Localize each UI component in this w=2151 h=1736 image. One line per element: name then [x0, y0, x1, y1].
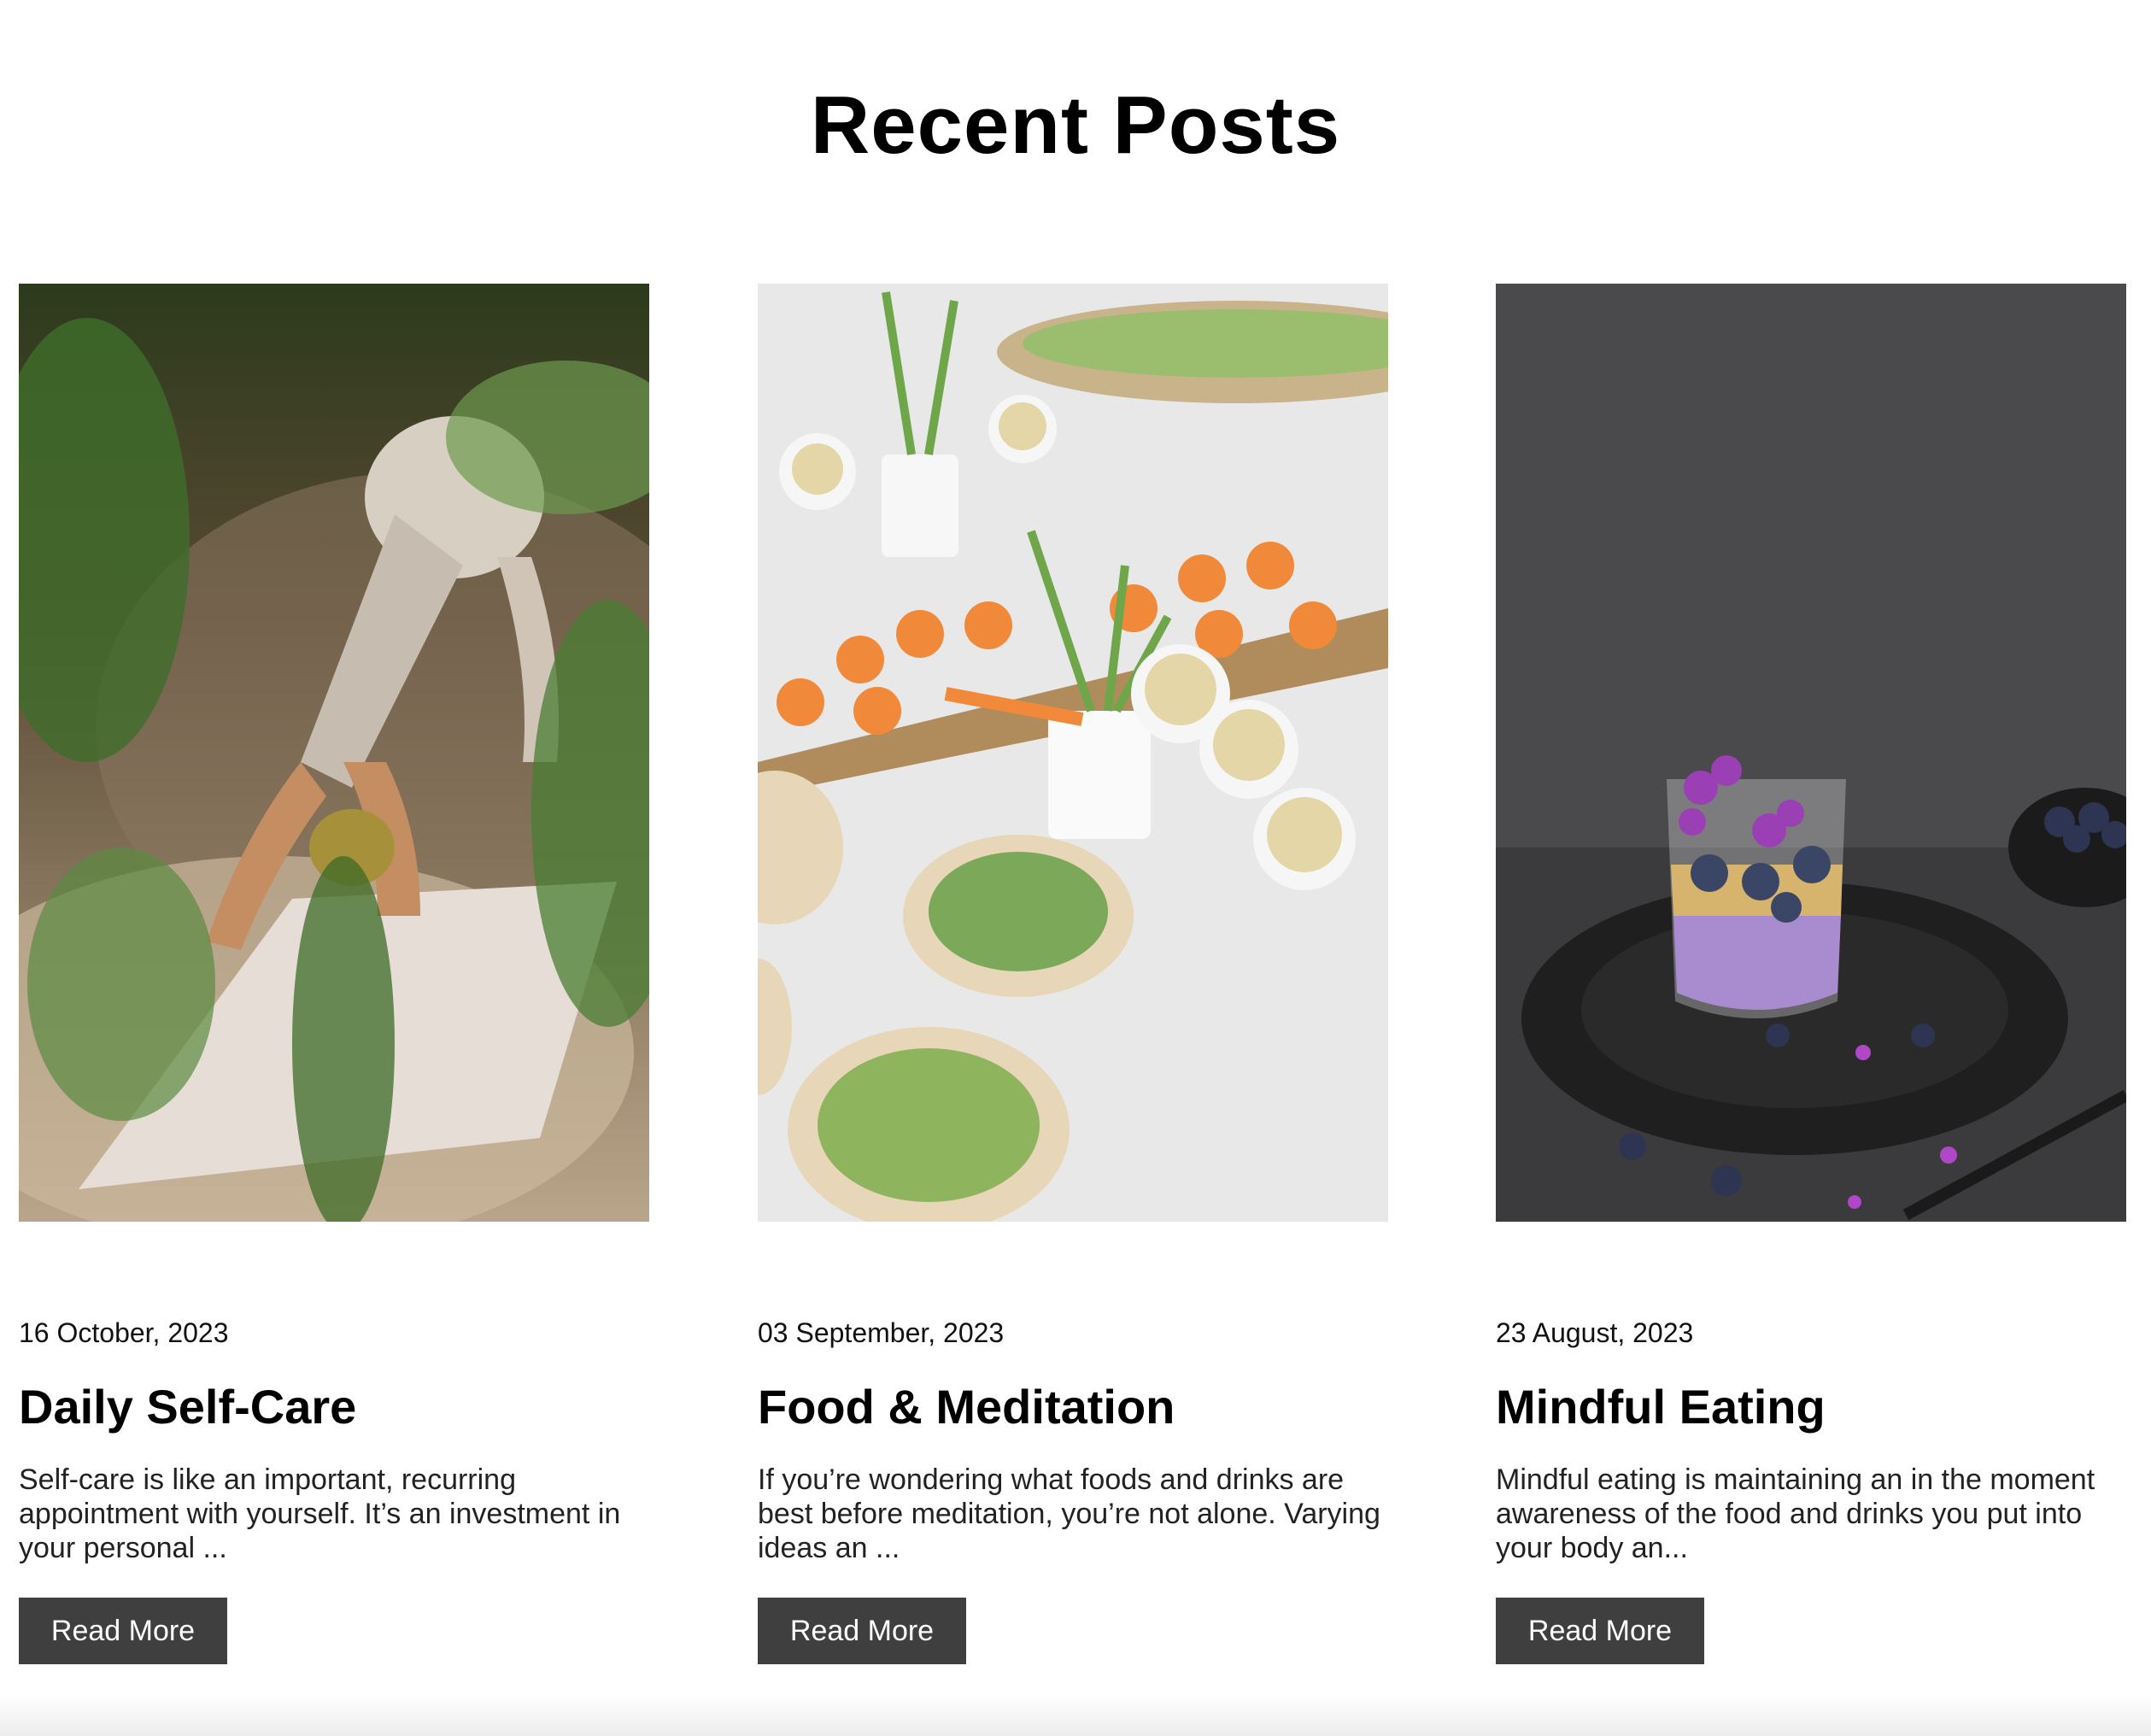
post-date: 23 August, 2023 [1496, 1317, 1694, 1348]
recent-posts-page: Recent Posts 16 October, 2023 Daily Self… [0, 0, 2151, 1736]
post-title[interactable]: Daily Self-Care [19, 1377, 356, 1437]
post-date: 16 October, 2023 [19, 1317, 229, 1348]
bottom-shadow-divider [0, 1693, 2151, 1736]
post-image-appetizers[interactable] [758, 284, 1388, 1222]
post-title[interactable]: Food & Meditation [758, 1377, 1175, 1437]
post-image-yoga[interactable] [19, 284, 649, 1222]
post-excerpt: Mindful eating is maintaining an in the … [1496, 1463, 2095, 1564]
read-more-button[interactable]: Read More [19, 1598, 227, 1664]
post-date: 03 September, 2023 [758, 1317, 1005, 1348]
post-card-daily-self-care: 16 October, 2023 Daily Self-Care Self-ca… [19, 284, 649, 1685]
post-title[interactable]: Mindful Eating [1496, 1377, 1826, 1437]
appetizer-table-photo-icon [758, 284, 1388, 1222]
section-title: Recent Posts [810, 79, 1341, 171]
blueberry-parfait-photo-icon [1496, 284, 2126, 1222]
yoga-photo-icon [19, 284, 649, 1222]
post-card-mindful-eating: 23 August, 2023 Mindful Eating Mindful e… [1496, 284, 2126, 1685]
post-excerpt: Self-care is like an important, recurrin… [19, 1463, 621, 1564]
post-image-parfait[interactable] [1496, 284, 2126, 1222]
posts-grid: 16 October, 2023 Daily Self-Care Self-ca… [19, 284, 2132, 1685]
post-card-food-meditation: 03 September, 2023 Food & Meditation If … [758, 284, 1388, 1685]
read-more-button[interactable]: Read More [758, 1598, 966, 1664]
read-more-button[interactable]: Read More [1496, 1598, 1704, 1664]
post-excerpt: If you’re wondering what foods and drink… [758, 1463, 1380, 1564]
